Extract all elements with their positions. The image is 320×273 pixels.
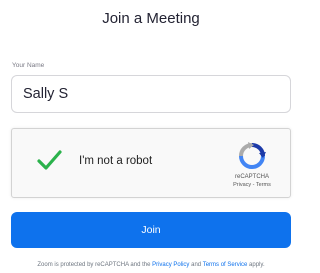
recaptcha-terms-link[interactable]: Terms: [256, 182, 271, 188]
footer-suffix: apply.: [247, 262, 265, 268]
recaptcha-checkbox[interactable]: [36, 147, 62, 173]
recaptcha-label: I'm not a robot: [79, 155, 153, 167]
page-title: Join a Meeting: [102, 10, 200, 27]
recaptcha-privacy-link[interactable]: Privacy: [233, 182, 251, 188]
recaptcha-logo-icon: [239, 142, 266, 169]
privacy-policy-link[interactable]: Privacy Policy: [152, 262, 189, 268]
recaptcha-links: Privacy - Terms: [212, 182, 292, 188]
terms-of-service-link[interactable]: Terms of Service: [203, 262, 248, 268]
footer-middle: and: [189, 262, 203, 268]
checkmark-icon: [37, 150, 62, 170]
name-field-label: Your Name: [12, 62, 45, 69]
footer-notice: Zoom is protected by reCAPTCHA and the P…: [0, 262, 302, 268]
name-input[interactable]: [11, 75, 291, 113]
join-button[interactable]: Join: [11, 212, 291, 248]
recaptcha-widget: I'm not a robot reCAPTCHA Privacy - Term…: [11, 128, 291, 198]
recaptcha-brand: reCAPTCHA: [234, 174, 269, 180]
footer-prefix: Zoom is protected by reCAPTCHA and the: [37, 262, 153, 268]
